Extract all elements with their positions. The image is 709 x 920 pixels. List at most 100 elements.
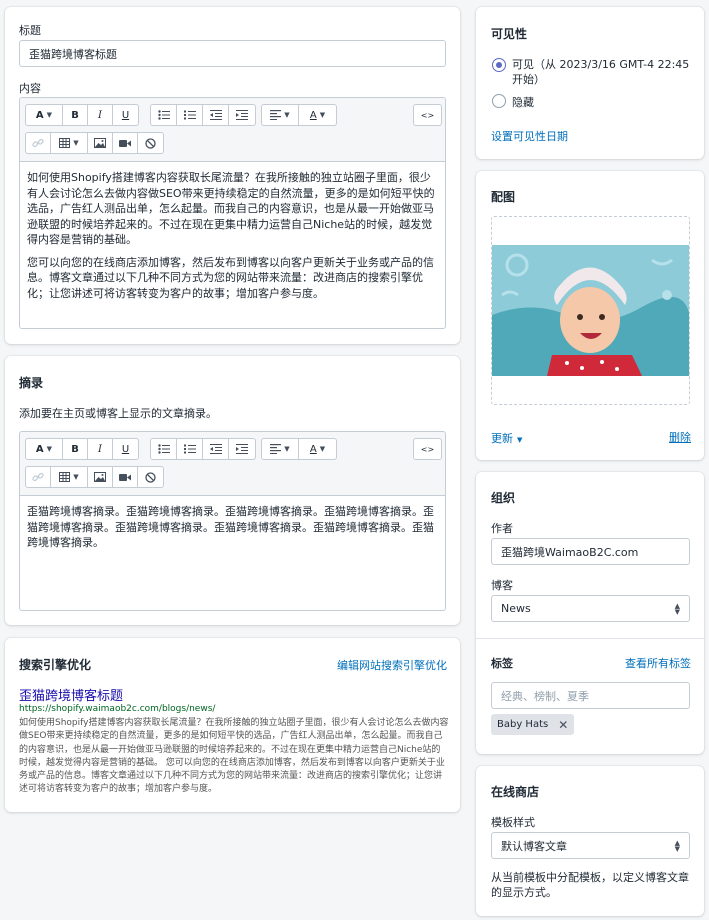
indent-icon — [236, 110, 248, 120]
visible-label[interactable]: 可见（从 2023/3/16 GMT-4 22:45 开始） — [512, 57, 692, 87]
excerpt-title: 摘录 — [19, 376, 44, 390]
font-icon: A — [35, 443, 44, 455]
underline-icon: U — [121, 109, 130, 121]
chevron-down-icon: ▼ — [319, 445, 326, 453]
font-dropdown-button[interactable]: A ▼ — [26, 439, 63, 459]
insert-group: ▼ — [25, 466, 164, 488]
insert-table-button[interactable]: ▼ — [51, 133, 88, 153]
align-dropdown-button[interactable]: ▼ — [262, 439, 299, 459]
image-icon — [94, 138, 106, 148]
blog-select-value: News — [501, 602, 531, 615]
insert-table-button[interactable]: ▼ — [51, 467, 88, 487]
select-arrows-icon: ▲ ▼ — [674, 601, 680, 616]
excerpt-card: 摘录 添加要在主页或博客上显示的文章摘录。 A▼ B I U ▼ A▼ <> — [5, 356, 460, 625]
indent-button[interactable] — [229, 105, 255, 125]
visibility-title: 可见性 — [491, 27, 528, 41]
set-visibility-date-link[interactable]: 设置可见性日期 — [491, 128, 568, 144]
title-input[interactable]: 歪猫跨境博客标题 — [19, 40, 446, 67]
visibility-card: 可见性 可见（从 2023/3/16 GMT-4 22:45 开始） 隐藏 设置… — [476, 7, 704, 159]
divider — [476, 638, 704, 639]
underline-button[interactable]: U — [113, 105, 138, 125]
html-toggle-button[interactable]: <> — [414, 105, 441, 125]
delete-image-link[interactable]: 删除 — [669, 429, 691, 445]
author-input[interactable]: 歪猫跨境WaimaoB2C.com — [491, 538, 690, 565]
italic-button[interactable]: I — [88, 439, 113, 459]
tag-chip: Baby Hats ✕ — [491, 714, 575, 735]
organization-card: 组织 作者 歪猫跨境WaimaoB2C.com 博客 News ▲ ▼ 标签 查看… — [476, 472, 704, 754]
insert-link-button[interactable] — [26, 467, 51, 487]
numbered-list-button[interactable] — [177, 439, 203, 459]
image-dropzone[interactable] — [491, 216, 690, 405]
bullet-list-button[interactable] — [151, 105, 177, 125]
html-toggle-button[interactable]: <> — [414, 439, 441, 459]
seo-preview-title: 歪猫跨境博客标题 — [19, 689, 124, 704]
code-icon: <> — [420, 444, 435, 454]
editor-toolbar: A ▼ B I U ▼ A ▼ <> ▼ — [20, 432, 445, 496]
italic-icon: I — [98, 109, 102, 121]
outdent-button[interactable] — [203, 439, 229, 459]
bullet-list-icon — [157, 110, 170, 120]
text-color-button[interactable]: A ▼ — [299, 105, 336, 125]
tags-label: 标签 — [491, 657, 513, 670]
template-select[interactable]: 默认博客文章 ▲ ▼ — [491, 832, 690, 859]
text-color-icon: A — [309, 443, 317, 455]
close-icon[interactable]: ✕ — [558, 718, 568, 732]
indent-button[interactable] — [229, 439, 255, 459]
insert-video-button[interactable] — [113, 133, 138, 153]
chevron-down-icon: ▼ — [46, 111, 53, 119]
change-image-label: 更新 — [491, 432, 513, 445]
excerpt-editor[interactable]: A ▼ B I U ▼ A ▼ <> ▼ 歪猫跨境博客摘录。歪猫跨境博客摘录。歪… — [19, 431, 446, 611]
font-group: A ▼ B I U — [25, 438, 139, 460]
insert-image-button[interactable] — [88, 467, 113, 487]
underline-icon: U — [121, 443, 130, 455]
online-store-title: 在线商店 — [491, 785, 540, 799]
insert-image-button[interactable] — [88, 133, 113, 153]
list-group — [150, 438, 256, 460]
content-editor[interactable]: A ▼ B I U ▼ A ▼ <> ▼ 如何使用Shopify搭建博客内容获取… — [19, 97, 446, 329]
align-dropdown-button[interactable]: ▼ — [262, 105, 299, 125]
numbered-list-button[interactable] — [177, 105, 203, 125]
change-image-link[interactable]: 更新 ▼ — [491, 430, 522, 446]
chevron-down-icon: ▼ — [517, 436, 523, 444]
blog-select[interactable]: News ▲ ▼ — [491, 595, 690, 622]
video-icon — [119, 139, 131, 147]
italic-icon: I — [98, 443, 102, 455]
bold-button[interactable]: B — [63, 105, 88, 125]
view-all-tags-link[interactable]: 查看所有标签 — [625, 655, 691, 671]
content-text[interactable]: 如何使用Shopify搭建博客内容获取长尾流量？在我所接触的独立站圈子里面，很少… — [27, 170, 439, 308]
bold-button[interactable]: B — [63, 439, 88, 459]
seo-card: 搜索引擎优化 编辑网站搜索引擎优化 歪猫跨境博客标题 https://shopi… — [5, 638, 460, 812]
bullet-list-button[interactable] — [151, 439, 177, 459]
underline-button[interactable]: U — [113, 439, 138, 459]
align-left-icon — [270, 444, 282, 454]
chevron-down-icon: ▼ — [319, 111, 326, 119]
chevron-down-icon: ▼ — [73, 473, 79, 481]
clear-formatting-button[interactable] — [138, 133, 163, 153]
code-icon: <> — [420, 110, 435, 120]
font-dropdown-button[interactable]: A ▼ — [26, 105, 63, 125]
tags-input[interactable]: 经典、榜制、夏季 — [491, 682, 690, 709]
visible-radio[interactable] — [492, 58, 506, 72]
excerpt-text[interactable]: 歪猫跨境博客摘录。歪猫跨境博客摘录。歪猫跨境博客摘录。歪猫跨境博客摘录。歪猫跨境… — [27, 504, 439, 551]
title-label: 标题 — [19, 24, 41, 37]
insert-link-button[interactable] — [26, 133, 51, 153]
numbered-list-icon — [183, 110, 196, 120]
select-arrows-icon: ▲ ▼ — [674, 838, 680, 853]
hidden-radio[interactable] — [492, 94, 506, 108]
edit-seo-link[interactable]: 编辑网站搜索引擎优化 — [337, 657, 447, 673]
outdent-icon — [209, 444, 222, 454]
clear-formatting-button[interactable] — [138, 467, 163, 487]
featured-image-card: 配图 更新 ▼ 删除 — [476, 171, 704, 460]
text-color-button[interactable]: A ▼ — [299, 439, 336, 459]
font-icon: A — [35, 109, 44, 121]
italic-button[interactable]: I — [88, 105, 113, 125]
insert-video-button[interactable] — [113, 467, 138, 487]
author-label: 作者 — [491, 522, 513, 535]
link-icon — [32, 138, 44, 148]
template-label: 模板样式 — [491, 816, 535, 829]
hidden-label[interactable]: 隐藏 — [512, 94, 534, 110]
outdent-button[interactable] — [203, 105, 229, 125]
bold-icon: B — [71, 443, 79, 455]
html-group: <> — [413, 438, 442, 460]
outdent-icon — [209, 110, 222, 120]
